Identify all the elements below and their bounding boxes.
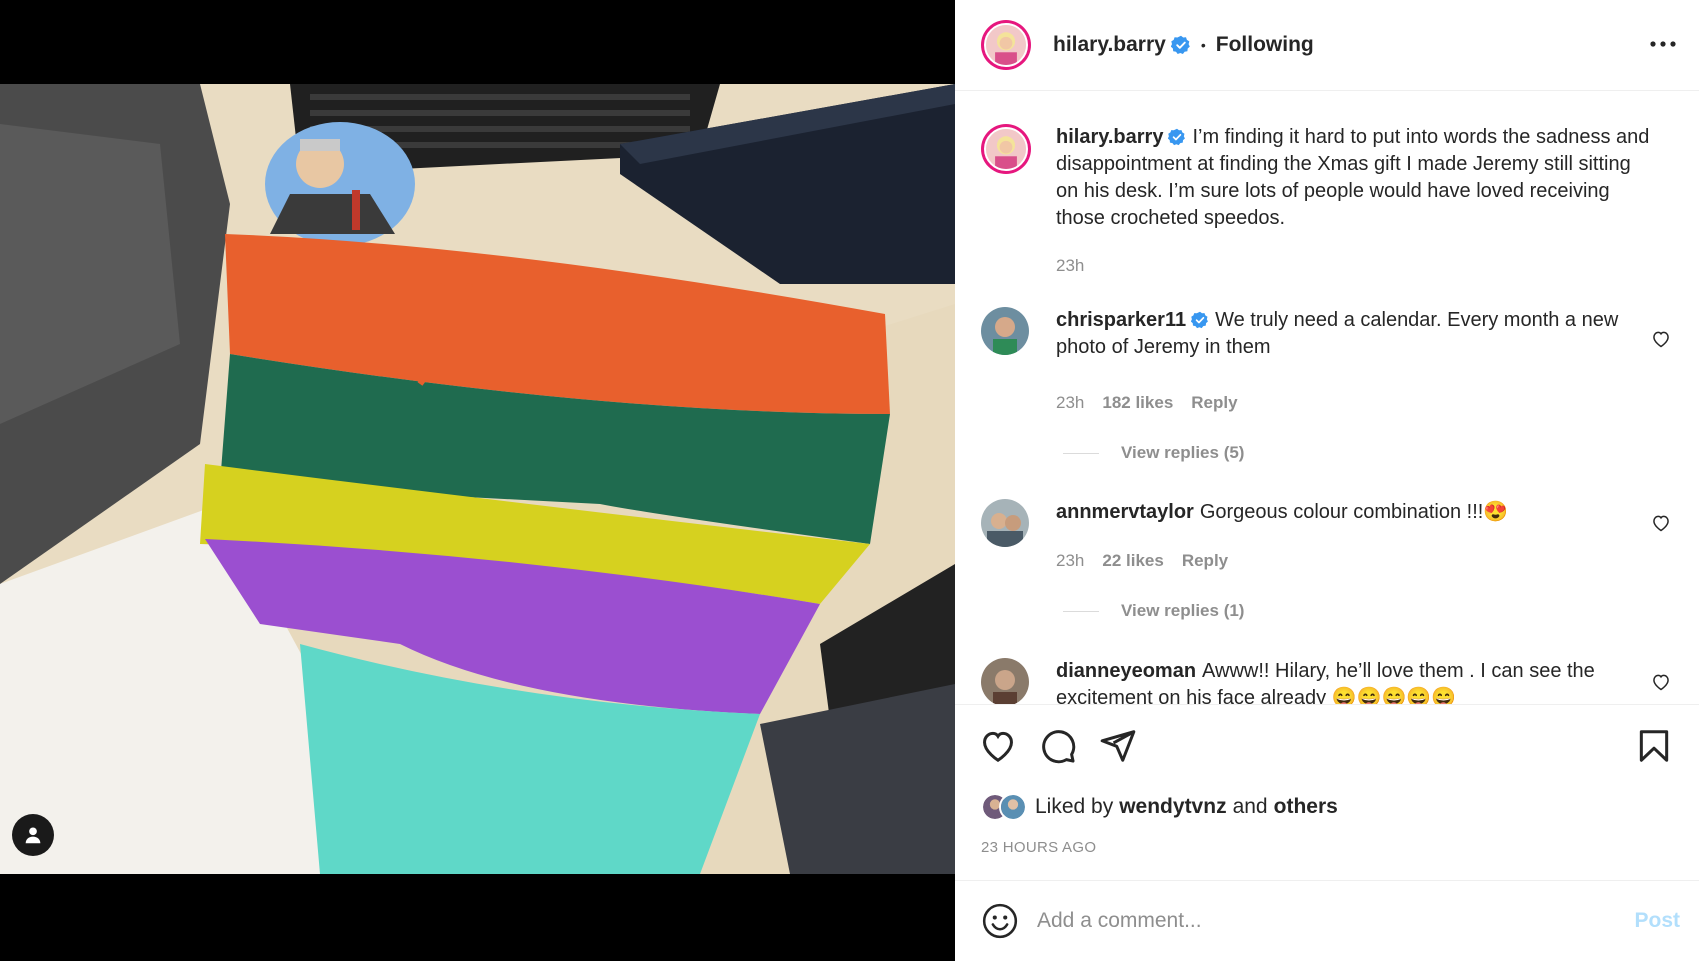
commenter-avatar[interactable] [981, 499, 1029, 547]
comment-username[interactable]: dianneyeoman [1056, 660, 1196, 682]
post-side-panel: hilary.barry • Following hilary.barry I’… [955, 0, 1699, 961]
caption-author-avatar[interactable] [981, 124, 1031, 174]
verified-badge-icon [1168, 128, 1186, 146]
post-caption: hilary.barry I’m finding it hard to put i… [981, 124, 1681, 276]
bookmark-icon[interactable] [1635, 727, 1673, 765]
more-options-button[interactable] [1647, 28, 1679, 60]
view-replies-button[interactable]: View replies (5) [1063, 443, 1244, 463]
caption-time: 23h [1056, 256, 1085, 275]
caption-meta: 23h [1056, 256, 1084, 276]
post-actions: Liked by wendytvnz and others 23 HOURS A… [955, 704, 1699, 879]
comment-composer: Post [955, 880, 1699, 961]
comment-input[interactable] [1037, 909, 1597, 933]
like-comment-heart-icon[interactable] [1651, 513, 1671, 533]
verified-badge-icon [1191, 311, 1209, 329]
heart-icon[interactable] [979, 727, 1017, 765]
author-username[interactable]: hilary.barry [1053, 33, 1166, 57]
post-header: hilary.barry • Following [955, 0, 1699, 91]
liked-by-user[interactable]: wendytvnz [1119, 795, 1226, 819]
liked-by: Liked by wendytvnz and others [981, 793, 1338, 821]
like-comment-heart-icon[interactable] [1651, 672, 1671, 692]
separator-dot: • [1200, 37, 1206, 53]
comment-likes[interactable]: 22 likes [1102, 551, 1163, 571]
comment-text: chrisparker11 We truly need a calendar. E… [1056, 307, 1646, 361]
following-button[interactable]: Following [1216, 33, 1314, 57]
view-replies-label: View replies (5) [1121, 443, 1245, 462]
liker-avatar[interactable] [999, 793, 1027, 821]
share-icon[interactable] [1099, 727, 1137, 765]
more-options-icon [1650, 41, 1676, 47]
crocheted-speedos-image [0, 84, 955, 874]
author-avatar[interactable] [981, 20, 1031, 70]
commenter-avatar[interactable] [981, 307, 1029, 355]
comment-time: 23h [1056, 393, 1085, 412]
user-tag-icon [25, 827, 41, 844]
liked-by-and: and [1232, 795, 1268, 818]
verified-badge-icon [1170, 35, 1190, 54]
emoji-icon[interactable] [981, 902, 1019, 940]
comment-meta: 23h 182 likes Reply [1056, 393, 1238, 413]
post-photo[interactable] [0, 84, 955, 874]
comment-text: annmervtaylor Gorgeous colour combination… [1056, 499, 1646, 526]
comment-time: 23h [1056, 551, 1085, 570]
post-timestamp[interactable]: 23 HOURS AGO [981, 839, 1096, 856]
view-replies-label: View replies (1) [1121, 601, 1245, 620]
comment-icon[interactable] [1039, 727, 1077, 765]
comment-item: dianneyeoman Awww!! Hilary, he’ll love th… [981, 658, 1681, 704]
reply-button[interactable]: Reply [1182, 551, 1228, 571]
comments-list[interactable]: hilary.barry I’m finding it hard to put i… [955, 92, 1699, 704]
post-media [0, 0, 955, 961]
comment-username[interactable]: annmervtaylor [1056, 501, 1194, 523]
comment-item: chrisparker11 We truly need a calendar. E… [981, 307, 1681, 462]
post-comment-button[interactable]: Post [1634, 909, 1680, 933]
view-replies-button[interactable]: View replies (1) [1063, 601, 1244, 621]
user-tag-button[interactable] [12, 814, 54, 856]
comment-item: annmervtaylor Gorgeous colour combination… [981, 499, 1681, 649]
liked-by-prefix: Liked by [1035, 795, 1114, 818]
comment-body: Gorgeous colour combination !!!😍 [1199, 501, 1509, 523]
reply-button[interactable]: Reply [1191, 393, 1237, 413]
comment-username[interactable]: chrisparker11 [1056, 309, 1186, 331]
replies-divider [1063, 452, 1099, 454]
caption-username[interactable]: hilary.barry [1056, 126, 1163, 148]
caption-text: hilary.barry I’m finding it hard to put i… [1056, 124, 1656, 232]
replies-divider [1063, 610, 1099, 612]
commenter-avatar[interactable] [981, 658, 1029, 704]
comment-text: dianneyeoman Awww!! Hilary, he’ll love th… [1056, 658, 1646, 704]
comment-likes[interactable]: 182 likes [1102, 393, 1173, 413]
liked-by-others[interactable]: others [1274, 795, 1338, 819]
comment-meta: 23h 22 likes Reply [1056, 551, 1228, 571]
like-comment-heart-icon[interactable] [1651, 329, 1671, 349]
